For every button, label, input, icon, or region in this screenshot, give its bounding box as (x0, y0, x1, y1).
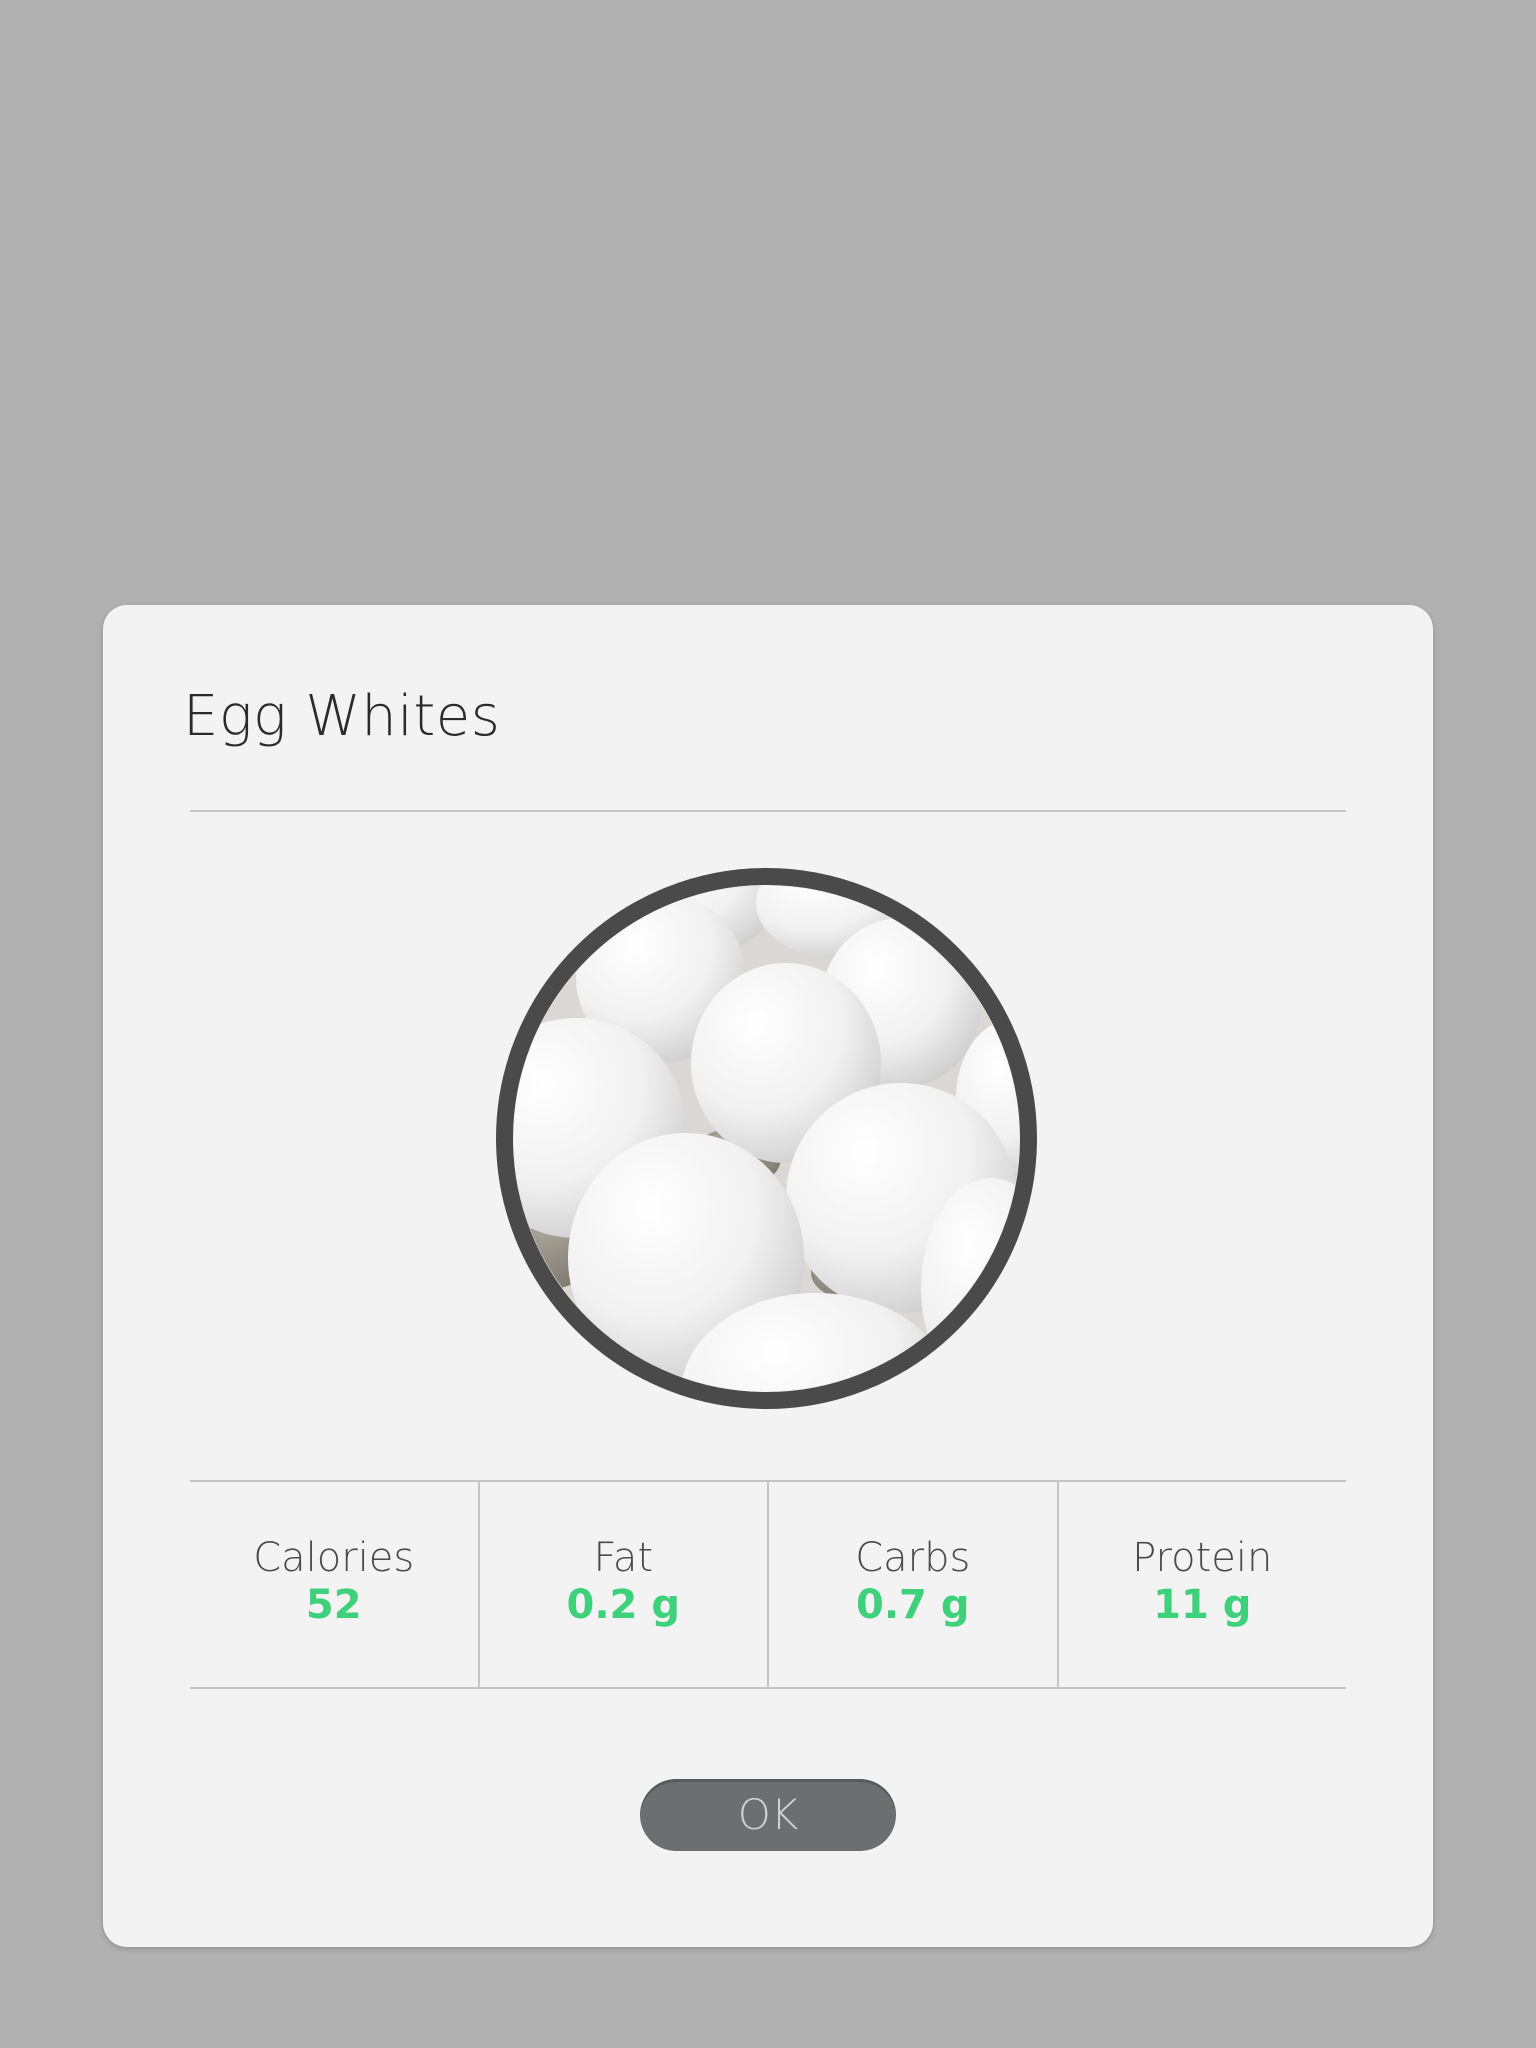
stat-fat: Fat 0.2 g (480, 1482, 769, 1687)
stat-value: 52 (305, 1581, 362, 1628)
stat-calories: Calories 52 (190, 1482, 480, 1687)
food-detail-dialog: Egg Whites Calories 52 Fat 0.2 g Carbs 0… (103, 605, 1433, 1947)
stat-label: Calories (253, 1534, 415, 1581)
nutrition-stats-grid: Calories 52 Fat 0.2 g Carbs 0.7 g Protei… (190, 1480, 1346, 1689)
stat-label: Fat (593, 1534, 654, 1581)
stat-carbs: Carbs 0.7 g (769, 1482, 1059, 1687)
stat-value: 0.7 g (856, 1581, 970, 1628)
ok-button[interactable]: OK (640, 1779, 896, 1851)
stat-protein: Protein 11 g (1059, 1482, 1347, 1687)
stat-label: Carbs (855, 1534, 971, 1581)
food-image (496, 868, 1037, 1409)
dialog-title: Egg Whites (183, 684, 501, 749)
stat-value: 0.2 g (566, 1581, 680, 1628)
stat-label: Protein (1132, 1534, 1273, 1581)
stat-value: 11 g (1153, 1581, 1252, 1628)
title-divider (190, 810, 1346, 812)
